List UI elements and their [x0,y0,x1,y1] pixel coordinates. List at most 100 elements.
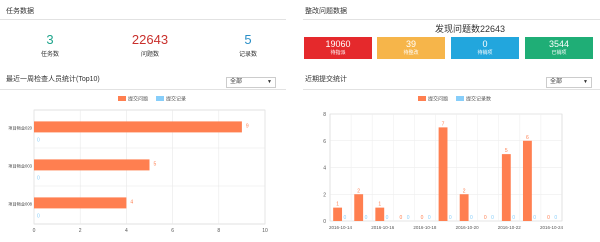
chevron-down-icon: ▼ [267,79,272,85]
bar-value-label: 0 [491,215,494,221]
bar-submitted-issues [34,121,242,133]
tile-pending-assign-label: 待指派 [330,50,346,56]
tile-closed-value: 3544 [548,39,570,49]
legend-label-submitted-records: 提交记录 [166,96,186,103]
bar-submitted-issues [333,207,343,221]
inspector-legend: 提交问题 提交记录 [118,96,186,103]
bar-value-label: 0 [421,215,424,221]
divider [303,19,600,20]
inspector-filter-value: 全部 [230,79,243,85]
x-tick-label: 2016-10-16 [371,225,395,230]
bar-value-label: 7 [442,121,445,127]
bar-value-label: 0 [399,215,402,221]
y-category-label: 项目物业008 [8,200,32,207]
y-tick-label: 2 [323,192,326,198]
y-category-label: 项目物业020 [8,124,32,131]
issue-count-label: 问题数 [140,52,159,58]
issue-count-value: 22643 [131,32,169,47]
total-found-headline: 发现问题数22643 [434,24,506,34]
tile-closed-label: 已销项 [551,50,567,56]
bar-value-label: 0 [365,215,368,221]
bar-submitted-issues [375,207,385,221]
bar-value-label: 9 [246,123,249,129]
bar-value-label: 0 [343,215,346,221]
legend-swatch-submitted-issues [418,96,426,101]
x-tick-label: 0 [33,228,36,234]
legend-label-submitted-issues: 提交问题 [428,96,448,103]
bar-value-label: 0 [484,215,487,221]
record-count-value: 5 [244,32,252,47]
x-tick-label: 2016-10-22 [498,225,522,230]
recent-chart: 提交问题 提交记录数 02468102010 0 0 0 07020 0 05060 0 020… [323,96,564,231]
inspector-chart: 提交问题 提交记录 0 2 4 6 8 10 9 0 项目物业020 5 0 项目物业003 4 0 项目物… [8,96,268,235]
y-category-label: 项目物业003 [8,162,32,169]
tile-pending-close-value: 0 [482,39,488,49]
rectify-stats-title: 整改问题数据 [305,8,347,15]
bar-submitted-issues [438,127,448,221]
bar-value-label: 0 [37,213,40,219]
inspector-panel-title: 最近一周检查人员统计(Top10) [6,76,100,83]
bar-value-label: 2 [357,188,360,194]
bar-submitted-issues [34,159,150,171]
tile-pending-close[interactable]: 0 待销项 [451,37,519,59]
bar-value-label: 0 [386,215,389,221]
bar-value-label: 0 [554,215,557,221]
y-tick-label: 6 [323,139,326,145]
bar-submitted-issues [501,154,511,221]
bar-value-label: 0 [428,215,431,221]
x-tick-label: 2016-10-14 [329,225,353,230]
bar-value-label: 5 [154,161,157,167]
legend-swatch-submitted-records [156,96,164,101]
x-tick-label: 6 [171,228,174,234]
bar-value-label: 1 [378,202,381,208]
record-count-stat: 5 记录数 [218,32,278,58]
tile-closed[interactable]: 3544 已销项 [525,37,593,59]
x-tick-label: 2016-10-20 [456,225,480,230]
tile-pending-rectify[interactable]: 39 待整改 [377,37,445,59]
bar-value-label: 0 [533,215,536,221]
tile-pending-rectify-value: 39 [405,39,416,49]
bar-value-label: 0 [37,137,40,143]
recent-panel-title: 近期提交统计 [305,76,347,83]
task-count-value: 3 [46,32,54,47]
bar-submitted-issues [34,197,127,209]
bar-value-label: 0 [407,215,410,221]
x-tick-label: 4 [125,228,128,234]
bar-submitted-issues [522,140,532,221]
x-tick-label: 2016-10-24 [540,225,564,230]
chevron-down-icon: ▼ [583,79,588,85]
bar-value-label: 0 [470,215,473,221]
tile-pending-assign-value: 19060 [325,39,351,49]
recent-legend: 提交问题 提交记录数 [418,96,491,103]
bar-submitted-issues [459,194,469,221]
y-tick-label: 0 [323,219,326,225]
task-count-stat: 3 任务数 [20,32,80,58]
bar-value-label: 5 [505,148,508,154]
inspector-filter-select[interactable]: 全部 ▼ [226,77,276,88]
x-tick-label: 2 [79,228,82,234]
tile-pending-close-label: 待销项 [477,50,493,56]
tile-pending-assign[interactable]: 19060 待指派 [304,37,372,59]
legend-swatch-submitted-record-count [456,96,464,101]
recent-filter-value: 全部 [550,79,563,85]
bar-value-label: 1 [336,202,339,208]
bar-value-label: 4 [130,199,133,205]
legend-swatch-submitted-issues [118,96,126,101]
recent-filter-select[interactable]: 全部 ▼ [546,77,592,88]
x-tick-label: 8 [217,228,220,234]
legend-label-submitted-issues: 提交问题 [128,96,148,103]
divider [0,19,286,20]
tile-pending-rectify-label: 待整改 [403,50,419,56]
task-stats-title: 任务数据 [6,8,34,15]
y-tick-label: 8 [323,112,326,118]
legend-label-submitted-record-count: 提交记录数 [466,96,491,103]
bar-value-label: 0 [512,215,515,221]
bar-value-label: 2 [463,188,466,194]
issue-count-stat: 22643 问题数 [110,32,190,58]
task-count-label: 任务数 [40,52,59,58]
x-tick-label: 2016-10-18 [413,225,437,230]
bar-submitted-issues [354,194,364,221]
x-tick-label: 10 [262,228,268,234]
y-tick-label: 4 [323,166,326,172]
bar-value-label: 0 [37,175,40,181]
